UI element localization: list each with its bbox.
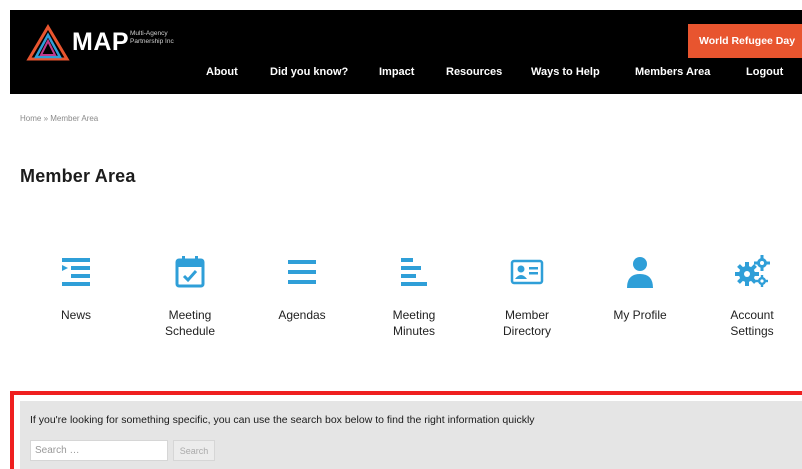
breadcrumb[interactable]: Home » Member Area bbox=[20, 114, 98, 123]
tile-label: News bbox=[60, 308, 91, 322]
logo-subtitle: Multi-Agency Partnership Inc bbox=[130, 30, 174, 45]
tile-label: Agendas bbox=[278, 308, 326, 322]
tile-label: My Profile bbox=[613, 308, 667, 322]
tile-member-directory[interactable]: Member Directory bbox=[482, 254, 572, 339]
search-prompt: If you're looking for something specific… bbox=[30, 414, 535, 426]
tile-news[interactable]: News bbox=[31, 254, 121, 323]
tile-my-profile[interactable]: My Profile bbox=[595, 254, 685, 323]
nav-item-ways-to-help[interactable]: Ways to Help bbox=[531, 66, 600, 78]
nav-item-members-area[interactable]: Members Area bbox=[635, 66, 710, 78]
site-header: MAP Multi-Agency Partnership Inc World R… bbox=[10, 10, 802, 94]
contact-card-icon bbox=[510, 259, 544, 285]
tile-account-settings[interactable]: Account Settings bbox=[707, 254, 797, 339]
nav-item-about[interactable]: About bbox=[206, 66, 238, 78]
tile-label: Member Directory bbox=[502, 308, 551, 338]
tile-agendas[interactable]: Agendas bbox=[257, 254, 347, 323]
user-icon bbox=[627, 257, 653, 288]
calendar-check-icon bbox=[175, 256, 205, 288]
page-title: Member Area bbox=[20, 166, 136, 186]
search-button[interactable]: Search bbox=[173, 440, 215, 461]
tile-label: Meeting Schedule bbox=[164, 308, 216, 338]
gears-icon bbox=[735, 255, 770, 287]
tile-label: Meeting Minutes bbox=[392, 308, 436, 338]
tile-meeting-schedule[interactable]: Meeting Schedule bbox=[145, 254, 235, 339]
search-section: If you're looking for something specific… bbox=[10, 391, 802, 469]
nav-item-resources[interactable]: Resources bbox=[446, 66, 502, 78]
align-left-icon bbox=[401, 258, 427, 286]
nav-item-impact[interactable]: Impact bbox=[379, 66, 414, 78]
logo-text[interactable]: MAP bbox=[72, 28, 129, 57]
map-logo-icon[interactable] bbox=[26, 24, 70, 62]
world-refugee-day-button[interactable]: World Refugee Day bbox=[688, 24, 802, 58]
main-nav: About Did you know? Impact Resources Way… bbox=[10, 66, 802, 88]
list-lines-icon bbox=[288, 260, 316, 284]
nav-item-did-you-know[interactable]: Did you know? bbox=[270, 66, 348, 78]
tile-meeting-minutes[interactable]: Meeting Minutes bbox=[369, 254, 459, 339]
search-input[interactable] bbox=[30, 440, 168, 461]
search-panel: If you're looking for something specific… bbox=[20, 401, 802, 469]
news-list-icon bbox=[62, 258, 90, 286]
nav-item-logout[interactable]: Logout bbox=[746, 66, 783, 78]
tile-label: Account Settings bbox=[730, 308, 774, 338]
